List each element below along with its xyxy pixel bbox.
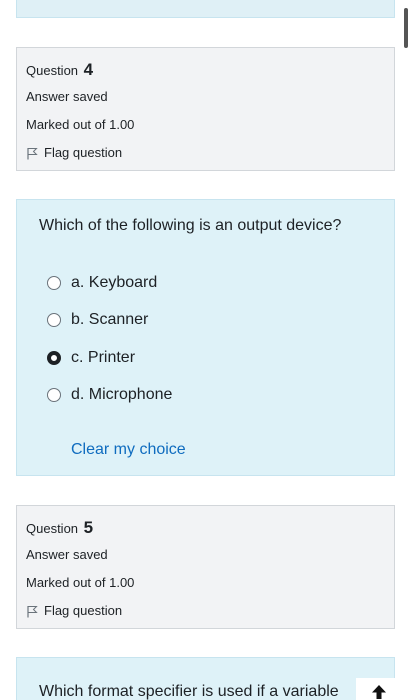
scrollbar-thumb[interactable] [404, 8, 408, 48]
question-5-content: Which format specifier is used if a vari… [16, 657, 395, 700]
answer-option-label: a. Keyboard [71, 273, 158, 291]
radio-unchecked-icon[interactable] [47, 313, 61, 328]
answer-option-b[interactable]: b. Scanner [39, 302, 394, 340]
question-number: Question 5 [26, 518, 394, 538]
question-4-content: Which of the following is an output devi… [16, 199, 395, 476]
answer-option-c[interactable]: c. Printer [39, 339, 394, 377]
radio-unchecked-icon[interactable] [47, 275, 61, 290]
question-text: Which format specifier is used if a vari… [39, 683, 339, 700]
question-5-info: Question 5 Answer saved Marked out of 1.… [16, 505, 395, 629]
question-grade: Marked out of 1.00 [26, 117, 135, 132]
flag-question-button[interactable]: Flag question [26, 145, 394, 161]
question-number-value: 5 [83, 518, 94, 537]
flag-icon [26, 147, 38, 160]
answer-options: a. Keyboard b. Scanner c. Printer d. Mic… [39, 264, 394, 414]
question-grade: Marked out of 1.00 [26, 575, 135, 590]
radio-unchecked-icon[interactable] [47, 388, 61, 403]
radio-checked-icon[interactable] [47, 350, 61, 365]
answer-option-label: c. Printer [71, 348, 136, 366]
answer-option-a[interactable]: a. Keyboard [39, 264, 394, 302]
answer-option-label: d. Microphone [71, 386, 173, 404]
quiz-page: Question 4 Answer saved Marked out of 1.… [0, 0, 411, 700]
question-label: Question [26, 521, 79, 536]
arrow-up-icon [371, 684, 387, 700]
answer-option-label: b. Scanner [71, 311, 149, 329]
question-4-info: Question 4 Answer saved Marked out of 1.… [16, 47, 395, 171]
question-number-value: 4 [83, 60, 94, 79]
question-label: Question [26, 63, 79, 78]
flag-icon [26, 605, 38, 618]
question-state: Answer saved [26, 547, 108, 562]
question-text: Which of the following is an output devi… [39, 217, 342, 234]
answer-option-d[interactable]: d. Microphone [39, 377, 394, 415]
question-state: Answer saved [26, 89, 108, 104]
flag-question-label: Flag question [44, 603, 123, 618]
flag-question-label: Flag question [44, 145, 123, 160]
back-to-top-button[interactable] [356, 678, 402, 700]
clear-my-choice-link[interactable]: Clear my choice [71, 441, 186, 459]
previous-question-content [16, 0, 395, 18]
question-number: Question 4 [26, 60, 394, 80]
flag-question-button[interactable]: Flag question [26, 603, 394, 619]
